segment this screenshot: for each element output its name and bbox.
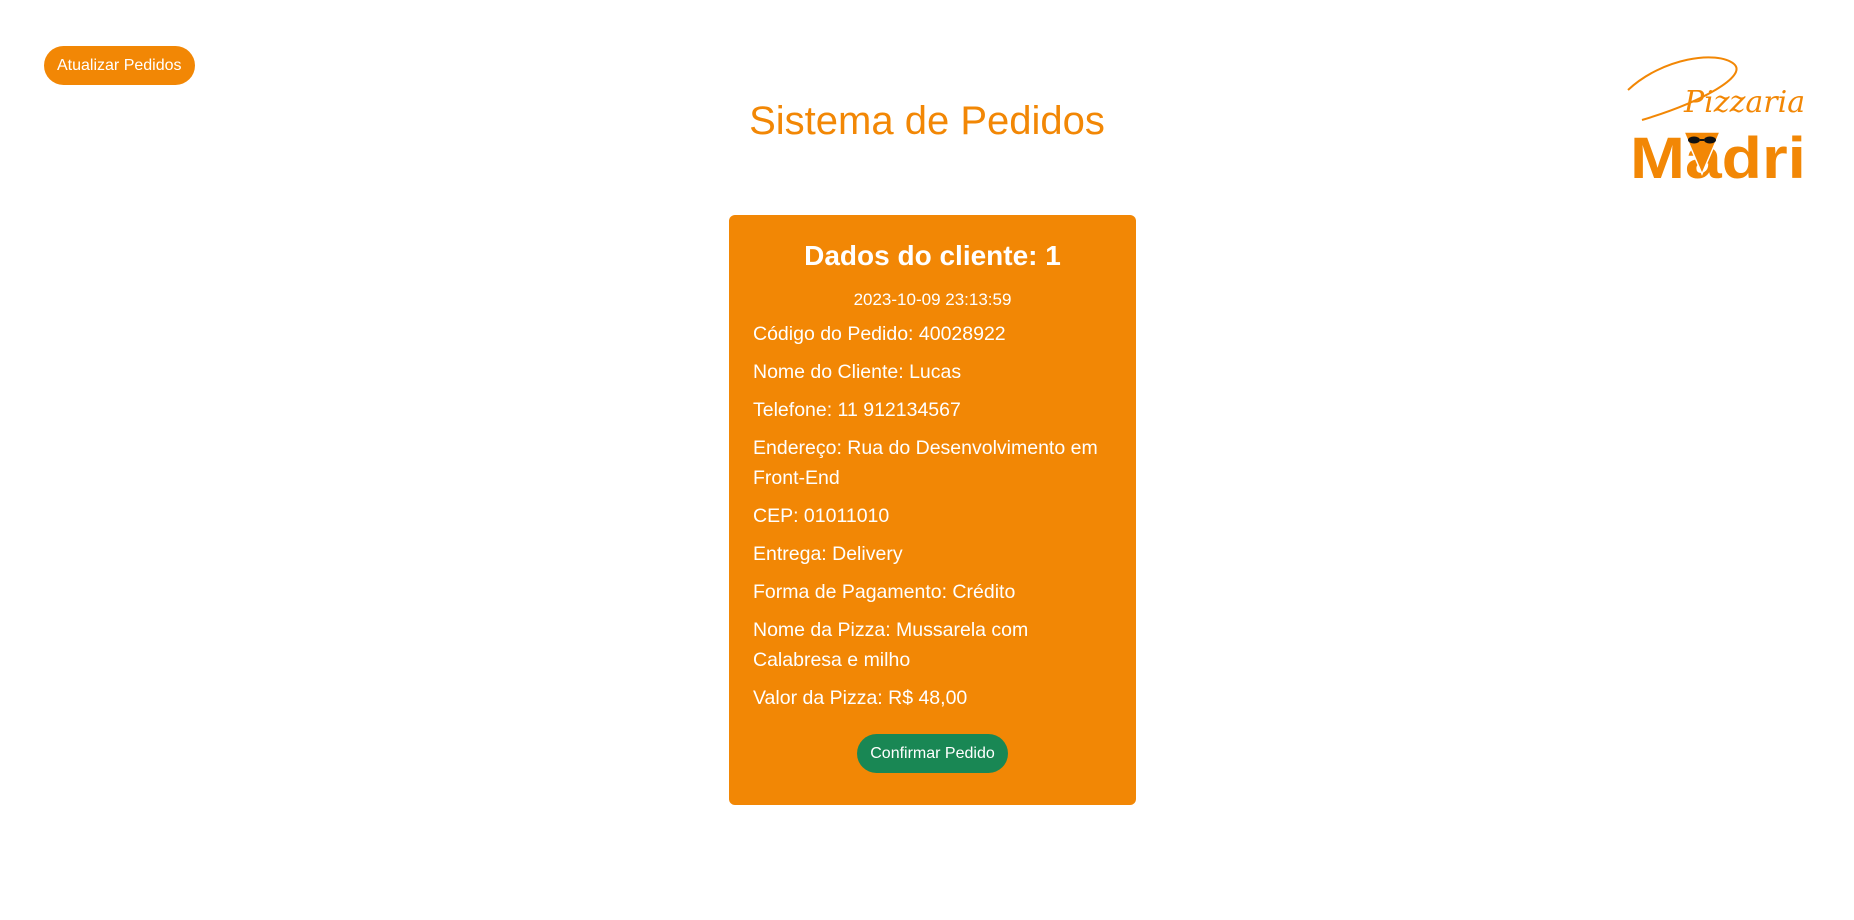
- customer-phone: Telefone: 11 912134567: [753, 399, 961, 421]
- orders-page: Atualizar Pedidos Sistema de Pedidos Piz…: [0, 0, 1854, 920]
- confirm-button-wrapper: Confirmar Pedido: [753, 734, 1112, 773]
- customer-address: Endereço: Rua do Desenvolvimento em Fron…: [753, 437, 1098, 489]
- logo-script-text: Pizzaria: [1683, 85, 1805, 120]
- order-timestamp: 2023-10-09 23:13:59: [853, 290, 1012, 309]
- order-info-list: Código do Pedido: 40028922 Nome do Clien…: [753, 319, 1112, 713]
- order-card-title: Dados do cliente: 1: [804, 240, 1061, 271]
- customer-name: Nome do Cliente: Lucas: [753, 361, 962, 383]
- refresh-orders-button[interactable]: Atualizar Pedidos: [44, 46, 195, 85]
- order-card: Dados do cliente: 1 2023-10-09 23:13:59 …: [729, 215, 1136, 805]
- order-code: Código do Pedido: 40028922: [753, 323, 1006, 345]
- payment-method: Forma de Pagamento: Crédito: [753, 581, 1016, 603]
- delivery-method: Entrega: Delivery: [753, 543, 903, 565]
- pizza-name: Nome da Pizza: Mussarela com Calabresa e…: [753, 619, 1029, 671]
- confirm-order-button[interactable]: Confirmar Pedido: [857, 734, 1008, 773]
- pizzeria-logo: Pizzaria Madri: [1622, 50, 1812, 191]
- pizza-price: Valor da Pizza: R$ 48,00: [753, 687, 968, 709]
- pizzeria-logo-icon: Pizzaria Madri: [1627, 56, 1806, 191]
- customer-zip-code: CEP: 01011010: [753, 505, 890, 527]
- page-title: Sistema de Pedidos: [749, 99, 1105, 143]
